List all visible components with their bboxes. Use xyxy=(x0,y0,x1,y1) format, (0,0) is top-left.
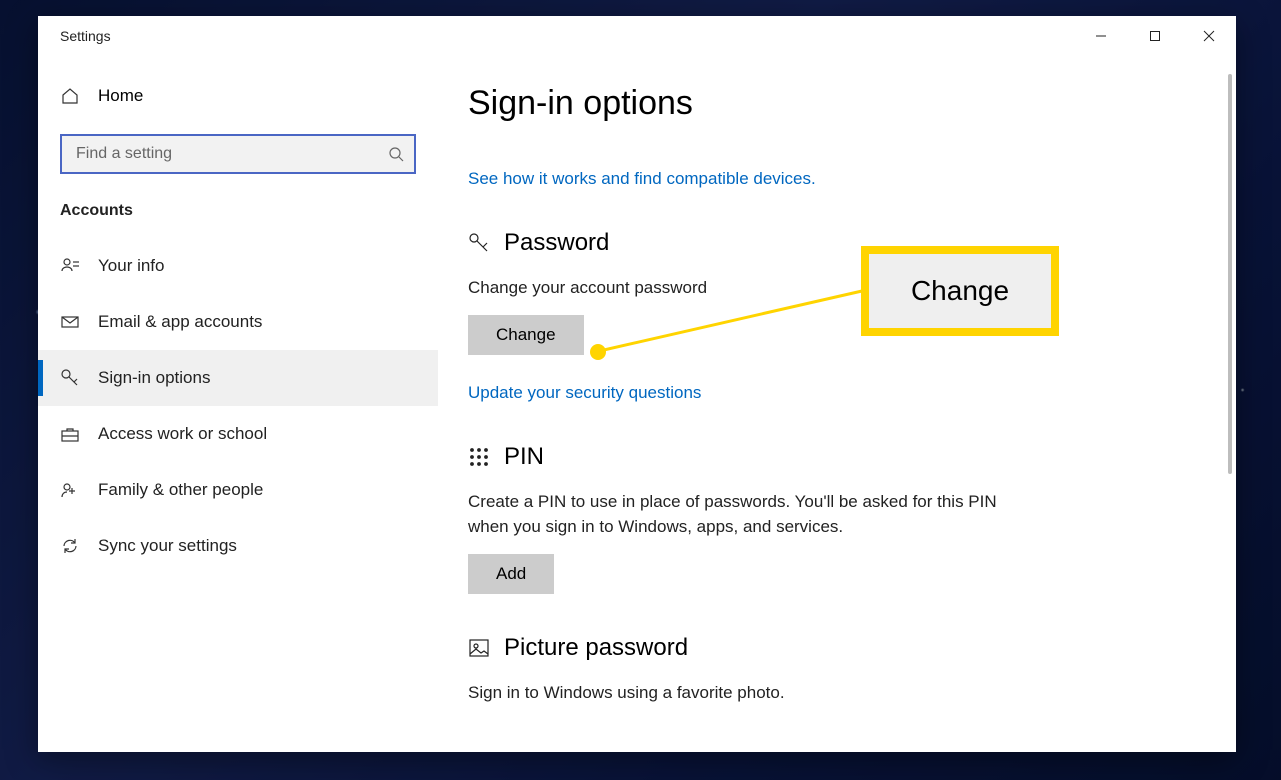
picture-password-section: Picture password Sign in to Windows usin… xyxy=(468,634,1190,706)
minimize-button[interactable] xyxy=(1074,16,1128,56)
key-icon xyxy=(60,368,80,388)
callout-box: Change xyxy=(861,246,1059,336)
sidebar-item-your-info[interactable]: Your info xyxy=(38,238,438,294)
home-icon xyxy=(60,86,80,106)
sidebar-group-accounts: Accounts xyxy=(38,196,438,238)
sidebar-item-sync[interactable]: Sync your settings xyxy=(38,518,438,574)
add-pin-button[interactable]: Add xyxy=(468,554,554,594)
mail-icon xyxy=(60,312,80,332)
pin-icon xyxy=(468,446,490,468)
password-title: Password xyxy=(504,229,609,257)
desktop-background: Settings Home Ac xyxy=(0,0,1281,780)
key-icon xyxy=(468,232,490,254)
sidebar-item-access-work[interactable]: Access work or school xyxy=(38,406,438,462)
picture-icon xyxy=(468,637,490,659)
maximize-icon xyxy=(1149,30,1161,42)
sidebar-item-label: Sync your settings xyxy=(98,536,237,556)
people-icon xyxy=(60,480,80,500)
sidebar-item-label: Access work or school xyxy=(98,424,267,444)
password-section: Password Change your account password Ch… xyxy=(468,229,1190,403)
search-input[interactable] xyxy=(60,134,416,174)
minimize-icon xyxy=(1095,30,1107,42)
scrollbar[interactable] xyxy=(1228,74,1232,474)
pin-description: Create a PIN to use in place of password… xyxy=(468,489,1028,540)
picture-title: Picture password xyxy=(504,634,688,662)
sidebar-item-email[interactable]: Email & app accounts xyxy=(38,294,438,350)
search-icon xyxy=(388,146,404,162)
close-icon xyxy=(1203,30,1215,42)
pin-title: PIN xyxy=(504,443,544,471)
home-label: Home xyxy=(98,86,143,106)
pin-section: PIN Create a PIN to use in place of pass… xyxy=(468,443,1190,594)
close-button[interactable] xyxy=(1182,16,1236,56)
security-questions-link[interactable]: Update your security questions xyxy=(468,383,701,403)
sidebar-item-label: Family & other people xyxy=(98,480,263,500)
settings-window: Settings Home Ac xyxy=(38,16,1236,752)
briefcase-icon xyxy=(60,424,80,444)
window-title: Settings xyxy=(60,28,111,44)
sidebar-item-signin-options[interactable]: Sign-in options xyxy=(38,350,438,406)
sync-icon xyxy=(60,536,80,556)
sidebar: Home Accounts Your info Email & app acco… xyxy=(38,56,438,752)
sidebar-item-label: Your info xyxy=(98,256,164,276)
maximize-button[interactable] xyxy=(1128,16,1182,56)
home-link[interactable]: Home xyxy=(38,76,438,116)
content-pane: Sign-in options See how it works and fin… xyxy=(438,56,1236,752)
sidebar-item-label: Email & app accounts xyxy=(98,312,262,332)
user-icon xyxy=(60,256,80,276)
callout-label: Change xyxy=(911,275,1009,307)
titlebar: Settings xyxy=(38,16,1236,56)
page-title: Sign-in options xyxy=(468,84,1190,123)
picture-description: Sign in to Windows using a favorite phot… xyxy=(468,680,1028,706)
sidebar-item-label: Sign-in options xyxy=(98,368,210,388)
intro-link[interactable]: See how it works and find compatible dev… xyxy=(468,169,816,188)
sidebar-item-family[interactable]: Family & other people xyxy=(38,462,438,518)
change-password-button[interactable]: Change xyxy=(468,315,584,355)
